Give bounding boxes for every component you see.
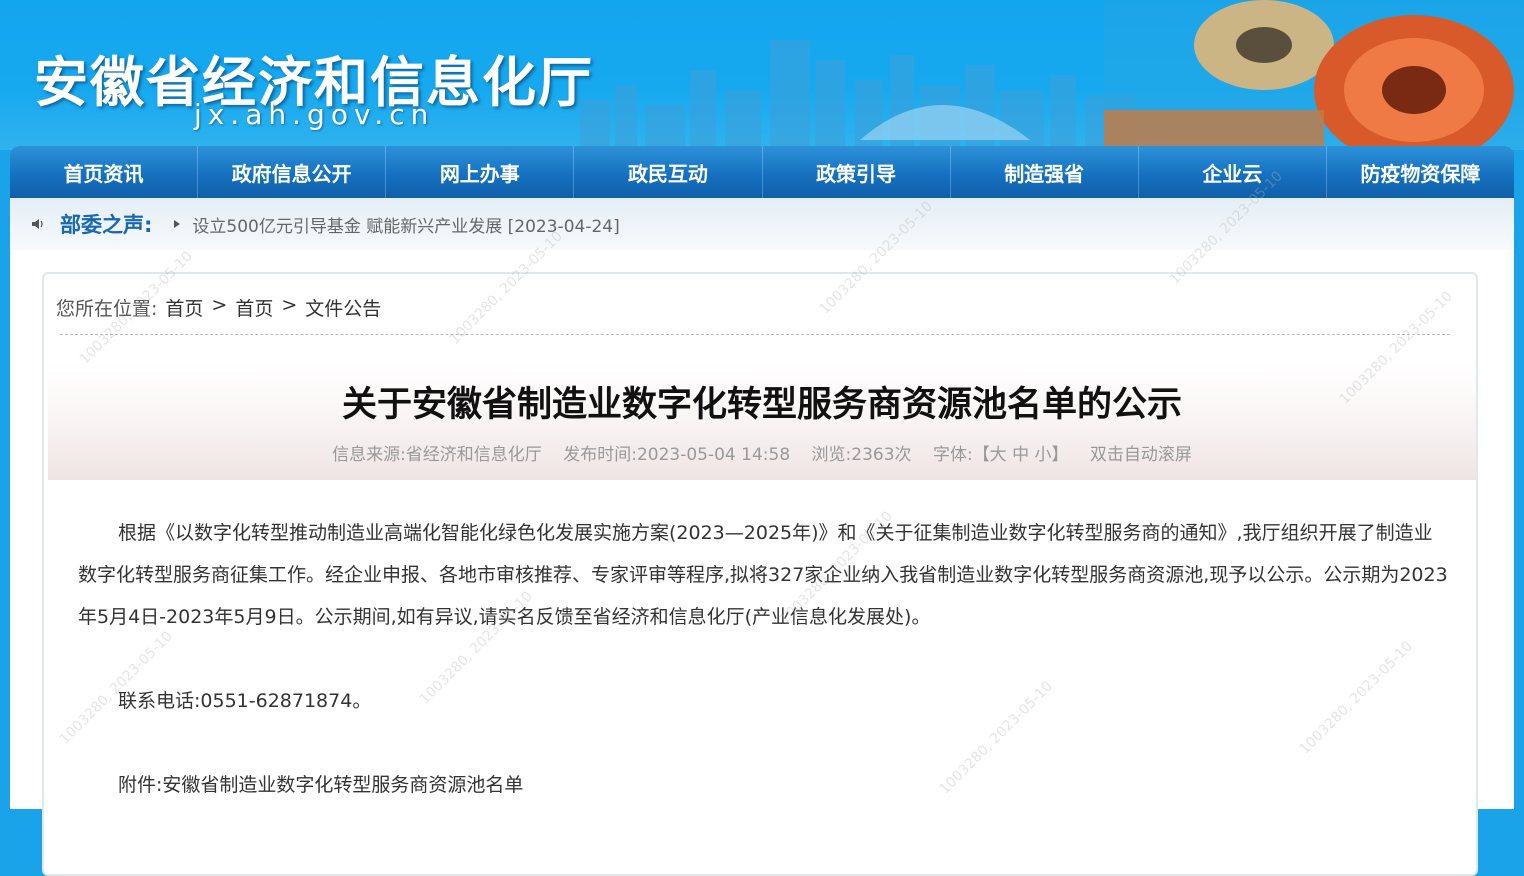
breadcrumb-announcements[interactable]: 文件公告 — [305, 294, 381, 321]
breadcrumb-prefix: 您所在位置: — [56, 298, 158, 320]
ticker-label: 部委之声: — [60, 213, 153, 237]
speaker-icon — [30, 216, 46, 232]
ticker-link[interactable]: 设立500亿元引导基金 赋能新兴产业发展 [2023-04-24] — [192, 212, 619, 237]
breadcrumb-home-2[interactable]: 首页 — [235, 294, 273, 321]
nav-item-enterprise-cloud[interactable]: 企业云 — [1139, 146, 1327, 198]
meta-published: 发布时间:2023-05-04 14:58 — [563, 445, 791, 465]
main-content: 您所在位置: 首页 > 首页 > 文件公告 关于安徽省制造业数字化转型服务商资源… — [10, 250, 1514, 876]
meta-font-size: 字体:【大 中 小】 — [933, 445, 1069, 465]
article-container: 您所在位置: 首页 > 首页 > 文件公告 关于安徽省制造业数字化转型服务商资源… — [42, 272, 1478, 876]
title-band: 关于安徽省制造业数字化转型服务商资源池名单的公示 信息来源:省经济和信息化厅 发… — [48, 364, 1476, 480]
meta-font-label: 字体: — [932, 445, 973, 465]
dashed-divider — [60, 334, 1450, 335]
nav-item-interaction[interactable]: 政民互动 — [574, 146, 763, 198]
main-nav: 首页资讯 政府信息公开 网上办事 政民互动 政策引导 制造强省 企业云 防疫物资… — [10, 146, 1514, 198]
meta-source: 信息来源:省经济和信息化厅 — [332, 445, 542, 465]
article-meta: 信息来源:省经济和信息化厅 发布时间:2023-05-04 14:58 浏览:2… — [48, 440, 1476, 465]
contact-phone: 联系电话:0551-62871874。 — [118, 690, 372, 712]
site-domain: jx.ah.gov.cn — [194, 98, 435, 131]
nav-item-manufacturing[interactable]: 制造强省 — [951, 146, 1139, 198]
arrow-right-icon — [174, 220, 181, 228]
article-body: 根据《以数字化转型推动制造业高端化智能化绿色化发展实施方案(2023—2025年… — [78, 512, 1450, 806]
nav-item-epidemic-supplies[interactable]: 防疫物资保障 — [1327, 146, 1514, 198]
breadcrumb-home[interactable]: 首页 — [165, 294, 203, 321]
copper-coil-graphic — [1104, 0, 1524, 150]
meta-views: 浏览:2363次 — [811, 445, 912, 465]
nav-item-policy[interactable]: 政策引导 — [763, 146, 951, 198]
news-ticker: 部委之声: 设立500亿元引导基金 赋能新兴产业发展 [2023-04-24] — [10, 198, 1514, 250]
breadcrumb: 您所在位置: 首页 > 首页 > 文件公告 — [56, 294, 381, 321]
font-size-options[interactable]: 【大 中 小】 — [973, 445, 1069, 465]
nav-item-gov-info[interactable]: 政府信息公开 — [198, 146, 387, 198]
city-skyline-graphic — [580, 40, 1135, 150]
article-paragraph: 根据《以数字化转型推动制造业高端化智能化绿色化发展实施方案(2023—2025年… — [78, 522, 1448, 628]
header-banner: 安徽省经济和信息化厅 jx.ah.gov.cn — [0, 0, 1524, 150]
attachment-link[interactable]: 附件:安徽省制造业数字化转型服务商资源池名单 — [78, 764, 1450, 806]
auto-scroll-toggle[interactable]: 双击自动滚屏 — [1090, 445, 1192, 465]
breadcrumb-separator: > — [211, 294, 228, 316]
article-title: 关于安徽省制造业数字化转型服务商资源池名单的公示 — [341, 385, 1182, 425]
nav-item-home-news[interactable]: 首页资讯 — [10, 146, 199, 198]
nav-item-online-services[interactable]: 网上办事 — [386, 146, 575, 198]
breadcrumb-separator: > — [281, 294, 298, 316]
